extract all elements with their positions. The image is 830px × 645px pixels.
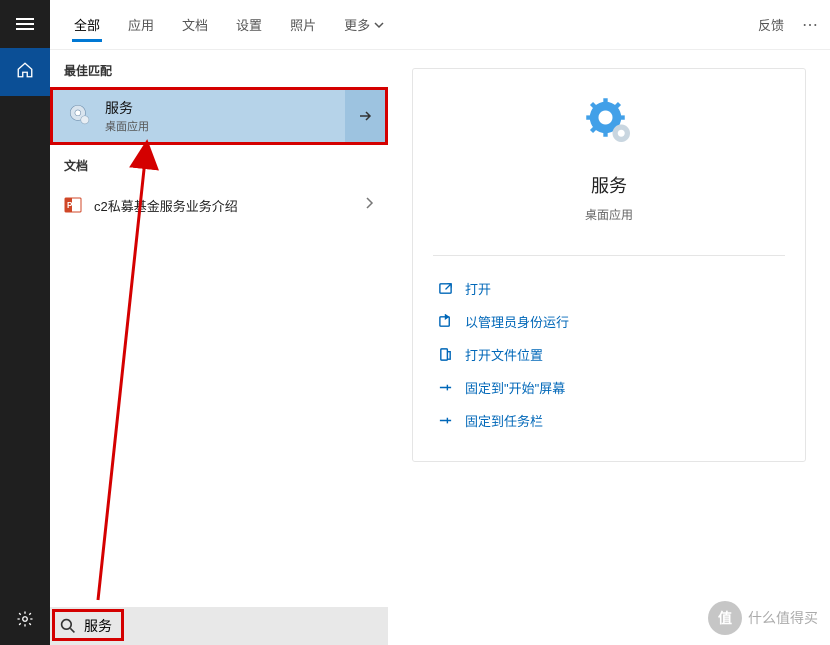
svg-text:P: P [67,201,73,210]
tab-documents[interactable]: 文档 [168,0,222,50]
home-button[interactable] [0,48,50,96]
action-pin-start[interactable]: 固定到"开始"屏幕 [433,371,785,404]
watermark: 值 什么值得买 [708,601,818,635]
document-result[interactable]: P c2私募基金服务业务介绍 [50,182,388,228]
action-label: 固定到任务栏 [465,411,543,430]
action-label: 固定到"开始"屏幕 [465,378,565,397]
detail-title: 服务 [591,172,627,198]
settings-button[interactable] [0,597,50,645]
best-match-subtitle: 桌面应用 [105,118,149,134]
best-match-item[interactable]: 服务 桌面应用 [50,87,388,145]
arrow-right-icon [357,108,373,124]
powerpoint-icon: P [64,196,82,214]
main-panel: 全部 应用 文档 设置 照片 更多 反馈 ⋯ 最佳匹配 [50,0,830,645]
hamburger-menu[interactable] [0,0,50,48]
action-label: 打开文件位置 [465,345,543,364]
tab-settings[interactable]: 设置 [222,0,276,50]
chevron-down-icon [374,20,384,30]
best-match-arrow[interactable] [345,90,385,142]
document-label: c2私募基金服务业务介绍 [94,196,352,215]
action-label: 打开 [465,279,491,298]
pin-icon [437,413,453,429]
hamburger-icon [16,18,34,30]
section-best-match: 最佳匹配 [50,50,388,87]
tab-apps[interactable]: 应用 [114,0,168,50]
open-icon [437,281,453,297]
left-rail [0,0,50,645]
detail-app-icon [581,93,637,154]
chevron-right-icon [364,196,374,215]
detail-pane: 服务 桌面应用 打开 以管理员身份运行 打开文件位置 [388,50,830,645]
action-label: 以管理员身份运行 [465,312,569,331]
services-app-icon [65,100,93,133]
results-column: 最佳匹配 服务 桌面应用 [50,50,388,645]
watermark-text: 什么值得买 [748,608,818,628]
more-menu[interactable]: ⋯ [802,15,820,35]
top-tabs: 全部 应用 文档 设置 照片 更多 反馈 ⋯ [50,0,830,50]
search-icon [60,618,76,634]
section-documents: 文档 [50,145,388,182]
action-open-location[interactable]: 打开文件位置 [433,338,785,371]
action-pin-taskbar[interactable]: 固定到任务栏 [433,404,785,437]
folder-icon [437,347,453,363]
home-icon [16,61,34,84]
gear-icon [16,610,34,633]
tab-more-label: 更多 [344,15,370,34]
watermark-glyph: 值 [708,601,742,635]
tab-more[interactable]: 更多 [330,0,398,50]
tab-all[interactable]: 全部 [60,0,114,50]
tab-photos[interactable]: 照片 [276,0,330,50]
action-run-admin[interactable]: 以管理员身份运行 [433,305,785,338]
search-input[interactable] [84,618,378,634]
pin-icon [437,380,453,396]
detail-subtitle: 桌面应用 [585,206,633,223]
admin-icon [437,314,453,330]
feedback-link[interactable]: 反馈 [758,15,784,34]
best-match-title: 服务 [105,98,149,118]
search-bar[interactable] [50,607,388,645]
action-open[interactable]: 打开 [433,272,785,305]
